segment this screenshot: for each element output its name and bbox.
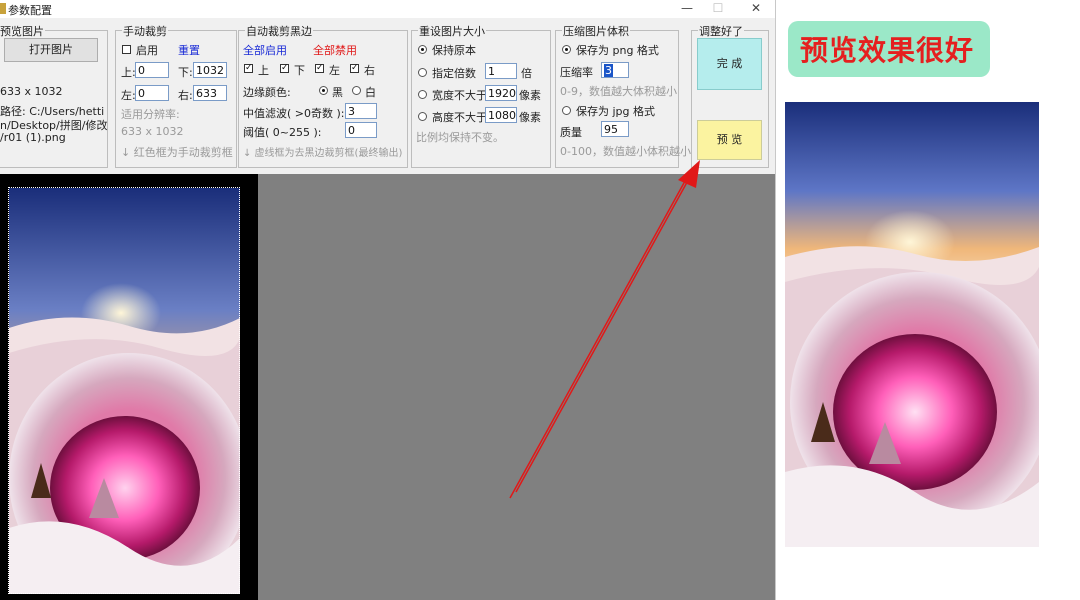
quality-input[interactable]: 95 xyxy=(601,121,629,137)
auto-crop-hint: ↓ 虚线框为去黑边裁剪框(最终输出) xyxy=(243,148,403,159)
done-button[interactable]: 完 成 xyxy=(697,38,762,90)
window-title: 参数配置 xyxy=(8,4,52,17)
keep-original-label: 保持原本 xyxy=(432,44,476,57)
side-left-checkbox[interactable]: ✓ xyxy=(315,63,324,76)
left-input[interactable]: 0 xyxy=(135,85,169,101)
side-top-label: 上 xyxy=(258,64,269,77)
width-limit-radio[interactable] xyxy=(418,90,427,99)
white-label: 白 xyxy=(365,86,376,99)
resize-hint: 比例均保持不变。 xyxy=(416,131,504,144)
multiple-label: 指定倍数 xyxy=(432,67,476,80)
threshold-input[interactable]: 0 xyxy=(345,122,377,138)
width-limit-label: 宽度不大于 xyxy=(432,89,487,102)
group-title: 预览图片 xyxy=(0,23,45,39)
png-hint: 0-9，数值越大体积越小 xyxy=(560,85,677,98)
disable-all-link[interactable]: 全部禁用 xyxy=(313,42,357,58)
keep-original-radio[interactable] xyxy=(418,45,427,54)
image-path-line3: /r01 (1).png xyxy=(0,131,66,144)
annotation-text: 预览效果很好 xyxy=(800,34,975,67)
side-right-checkbox[interactable]: ✓ xyxy=(350,63,359,76)
reset-link[interactable]: 重置 xyxy=(178,42,200,58)
threshold-label: 阈值( 0~255 ): xyxy=(243,126,322,139)
annotation-badge: 预览效果很好 xyxy=(788,21,990,77)
height-limit-radio[interactable] xyxy=(418,112,427,121)
png-rate-value: 3 xyxy=(604,64,613,77)
width-unit: 像素 xyxy=(519,89,541,102)
red-arrow xyxy=(509,160,700,499)
save-png-label: 保存为 png 格式 xyxy=(576,44,659,57)
group-title: 手动裁剪 xyxy=(122,23,168,39)
group-title: 重设图片大小 xyxy=(418,23,486,39)
png-rate-input[interactable]: 3 xyxy=(601,62,629,78)
close-button[interactable]: ✕ xyxy=(741,0,771,18)
height-limit-input[interactable]: 1080 xyxy=(485,107,517,123)
right-label: 右: xyxy=(178,89,193,102)
save-jpg-label: 保存为 jpg 格式 xyxy=(576,105,656,118)
side-top-checkbox[interactable]: ✓ xyxy=(244,63,253,76)
png-rate-label: 压缩率 xyxy=(560,66,593,79)
group-title: 调整好了 xyxy=(698,23,744,39)
black-label: 黑 xyxy=(332,86,343,99)
median-filter-label: 中值滤波( >0奇数 ): xyxy=(243,107,345,120)
edge-black-radio[interactable] xyxy=(319,86,328,95)
top-label: 上: xyxy=(121,66,136,79)
save-jpg-radio[interactable] xyxy=(562,106,571,115)
side-left-label: 左 xyxy=(329,64,340,77)
multiple-unit: 倍 xyxy=(521,67,532,80)
result-image xyxy=(785,102,1039,547)
quality-label: 质量 xyxy=(560,126,582,139)
height-unit: 像素 xyxy=(519,111,541,124)
minimize-button[interactable]: — xyxy=(672,0,702,18)
side-bottom-label: 下 xyxy=(294,64,305,77)
app-icon xyxy=(0,3,6,14)
open-image-button[interactable]: 打开图片 xyxy=(4,38,98,62)
group-title: 压缩图片体积 xyxy=(562,23,630,39)
median-filter-input[interactable]: 3 xyxy=(345,103,377,119)
resolution-value: 633 x 1032 xyxy=(121,125,184,138)
multiple-input[interactable]: 1 xyxy=(485,63,517,79)
bottom-input[interactable]: 1032 xyxy=(193,62,227,78)
image-size-text: 633 x 1032 xyxy=(0,85,63,98)
height-limit-label: 高度不大于 xyxy=(432,111,487,124)
side-right-label: 右 xyxy=(364,64,375,77)
save-png-radio[interactable] xyxy=(562,45,571,54)
edge-white-radio[interactable] xyxy=(352,86,361,95)
group-title: 自动裁剪黑边 xyxy=(245,23,313,39)
multiple-radio[interactable] xyxy=(418,68,427,77)
width-limit-input[interactable]: 1920 xyxy=(485,85,517,101)
manual-crop-hint: ↓ 红色框为手动裁剪框 xyxy=(121,146,233,159)
crop-frame xyxy=(8,187,240,594)
enable-label: 启用 xyxy=(136,44,158,57)
title-bar: 参数配置 — ☐ ✕ xyxy=(0,0,775,18)
resolution-label: 适用分辨率: xyxy=(121,108,180,121)
maximize-button[interactable]: ☐ xyxy=(703,0,733,18)
edge-color-label: 边缘颜色: xyxy=(243,86,291,99)
left-label: 左: xyxy=(121,89,136,102)
enable-all-link[interactable]: 全部启用 xyxy=(243,42,287,58)
bottom-label: 下: xyxy=(178,66,193,79)
side-bottom-checkbox[interactable]: ✓ xyxy=(280,63,289,76)
manual-crop-enable-checkbox[interactable] xyxy=(122,45,131,54)
top-input[interactable]: 0 xyxy=(135,62,169,78)
right-input[interactable]: 633 xyxy=(193,85,227,101)
